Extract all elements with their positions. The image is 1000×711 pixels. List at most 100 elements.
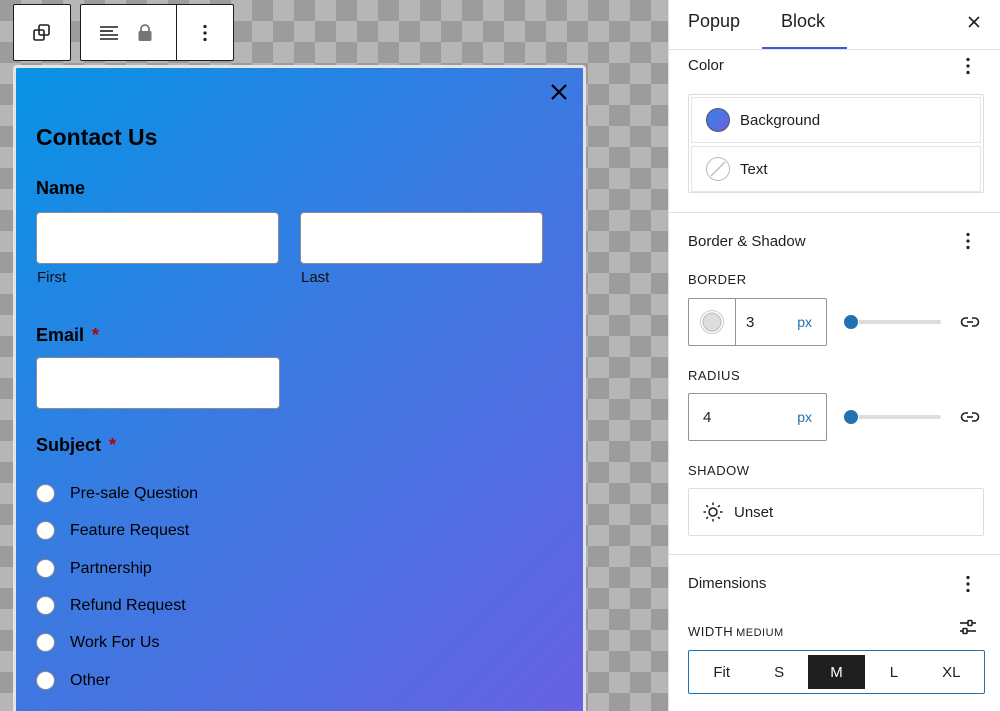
color-panel: Background Text	[688, 94, 984, 193]
transform-block-button[interactable]	[14, 5, 70, 60]
tab-block[interactable]: Block	[781, 11, 825, 32]
shadow-select-button[interactable]: Unset	[688, 488, 984, 536]
border-width-control: 3 px	[688, 298, 827, 346]
popup-close-button[interactable]	[549, 82, 569, 102]
kebab-icon	[966, 575, 970, 593]
slider-thumb[interactable]	[843, 314, 859, 330]
width-label-text: WIDTH	[688, 624, 734, 639]
width-option-m[interactable]: M	[807, 655, 866, 689]
align-button[interactable]	[81, 5, 136, 60]
border-color-button[interactable]	[689, 299, 736, 345]
radio-label: Other	[70, 671, 111, 689]
color-section-title: Color	[688, 57, 724, 74]
last-name-sublabel: Last	[301, 269, 330, 286]
form-title: Contact Us	[36, 124, 158, 150]
kebab-icon	[966, 57, 970, 75]
width-size-segmented-control: Fit S M L XL	[688, 650, 985, 694]
block-toolbar-main	[80, 4, 234, 61]
width-option-l[interactable]: L	[865, 655, 922, 689]
email-input[interactable]	[36, 357, 280, 409]
sidebar-tabs: Popup Block	[669, 0, 1000, 50]
dimensions-options-button[interactable]	[960, 574, 976, 594]
radio-option-other[interactable]: Other	[36, 671, 110, 690]
width-option-fit[interactable]: Fit	[693, 655, 750, 689]
sliders-icon	[960, 619, 976, 635]
editor-canvas: Contact Us Name First Last Email * Subjec…	[0, 0, 668, 711]
section-divider	[669, 212, 1000, 213]
link-icon	[960, 317, 980, 327]
subject-label-text: Subject	[36, 435, 102, 455]
radio-button[interactable]	[36, 521, 55, 540]
tab-popup[interactable]: Popup	[688, 11, 740, 32]
slider-thumb[interactable]	[843, 409, 859, 425]
lock-icon	[138, 23, 152, 41]
radio-option-partnership[interactable]: Partnership	[36, 559, 152, 578]
radius-slider[interactable]	[843, 409, 941, 425]
radio-button[interactable]	[36, 633, 55, 652]
close-icon	[968, 16, 980, 28]
email-label-text: Email	[36, 325, 85, 345]
width-label: WIDTH MEDIUM	[688, 624, 784, 639]
no-color-icon	[710, 161, 726, 177]
required-asterisk: *	[109, 435, 117, 455]
radius-unit-select[interactable]: px	[797, 409, 826, 425]
width-current-value: MEDIUM	[736, 627, 784, 639]
align-left-icon	[99, 25, 118, 40]
radio-option-work-for-us[interactable]: Work For Us	[36, 633, 159, 652]
radio-label: Partnership	[70, 559, 152, 577]
radio-button[interactable]	[36, 671, 55, 690]
color-options-button[interactable]	[960, 56, 976, 76]
sun-icon	[703, 502, 723, 522]
kebab-icon	[203, 24, 207, 41]
first-name-input[interactable]	[36, 212, 279, 264]
block-toolbar-transform	[13, 4, 71, 61]
width-option-xl[interactable]: XL	[923, 655, 980, 689]
first-name-sublabel: First	[37, 269, 67, 286]
border-link-button[interactable]	[959, 311, 981, 333]
border-label: BORDER	[688, 272, 747, 287]
border-width-input[interactable]: 3	[736, 314, 797, 331]
text-color-item[interactable]: Text	[691, 146, 981, 192]
border-color-swatch-icon	[700, 310, 724, 334]
radio-button[interactable]	[36, 484, 55, 503]
radio-button[interactable]	[36, 559, 55, 578]
active-tab-indicator	[762, 47, 847, 49]
shadow-value: Unset	[734, 503, 774, 521]
shadow-label: SHADOW	[688, 463, 750, 478]
radius-label: RADIUS	[688, 368, 741, 383]
duplicate-icon	[33, 23, 50, 41]
radius-control: 4 px	[688, 393, 827, 441]
close-sidebar-button[interactable]	[966, 14, 982, 30]
more-options-button[interactable]	[177, 5, 233, 60]
dimensions-section-title: Dimensions	[688, 575, 767, 592]
radio-label: Feature Request	[70, 521, 190, 539]
border-width-slider[interactable]	[843, 314, 941, 330]
border-shadow-section-title: Border & Shadow	[688, 233, 806, 250]
radio-button[interactable]	[36, 596, 55, 615]
radio-label: Pre-sale Question	[70, 484, 199, 502]
required-asterisk: *	[92, 325, 100, 345]
last-name-input[interactable]	[300, 212, 543, 264]
width-custom-settings-button[interactable]	[958, 617, 978, 637]
close-icon	[551, 84, 567, 100]
radio-option-refund-request[interactable]: Refund Request	[36, 596, 186, 615]
radius-input[interactable]: 4	[689, 409, 797, 426]
lock-button[interactable]	[136, 5, 176, 60]
border-shadow-options-button[interactable]	[960, 231, 976, 251]
email-label: Email *	[36, 325, 99, 346]
name-label: Name	[36, 178, 86, 198]
text-color-label: Text	[740, 160, 768, 178]
popup-block[interactable]: Contact Us Name First Last Email * Subjec…	[13, 65, 586, 711]
subject-label: Subject *	[36, 435, 116, 456]
section-divider	[669, 554, 1000, 555]
width-option-s[interactable]: S	[750, 655, 807, 689]
settings-sidebar: Popup Block Color Background Text Border…	[668, 0, 1000, 711]
border-unit-select[interactable]: px	[797, 314, 826, 330]
radio-option-feature-request[interactable]: Feature Request	[36, 521, 189, 540]
radio-option-pre-sale[interactable]: Pre-sale Question	[36, 484, 198, 503]
kebab-icon	[966, 232, 970, 250]
radius-link-button[interactable]	[959, 406, 981, 428]
background-color-label: Background	[740, 111, 821, 129]
background-swatch	[706, 108, 730, 132]
background-color-item[interactable]: Background	[691, 97, 981, 143]
